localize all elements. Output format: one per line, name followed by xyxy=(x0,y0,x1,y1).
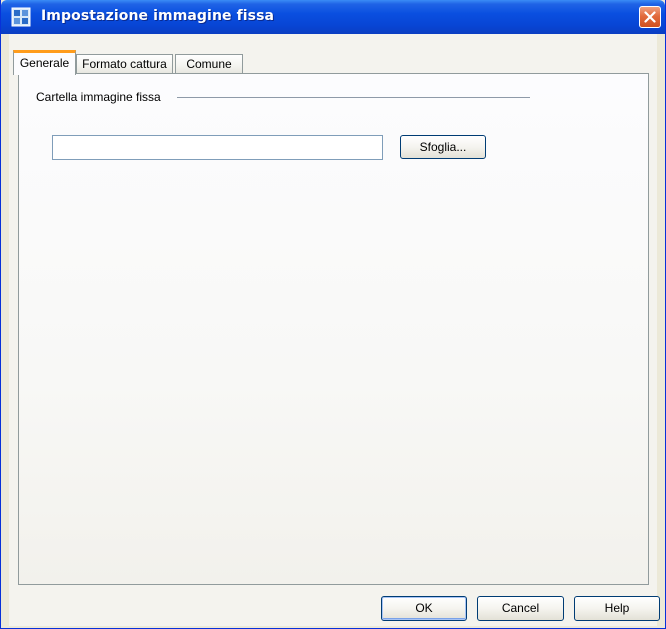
cancel-button[interactable]: Cancel xyxy=(477,596,564,621)
window-title: Impostazione immagine fissa xyxy=(41,8,275,24)
title-bar[interactable]: Impostazione immagine fissa xyxy=(1,0,665,34)
tab-generale[interactable]: Generale xyxy=(13,50,76,75)
close-icon xyxy=(644,11,656,23)
app-icon xyxy=(11,7,31,27)
tab-comune[interactable]: Comune xyxy=(175,54,243,74)
dialog-window: Impostazione immagine fissa Generale For… xyxy=(0,0,666,629)
ok-button[interactable]: OK xyxy=(381,596,467,621)
folder-group-label: Cartella immagine fissa xyxy=(36,90,161,104)
browse-button[interactable]: Sfoglia... xyxy=(400,135,486,159)
group-divider xyxy=(177,97,530,98)
tab-panel-generale: Cartella immagine fissa Sfoglia... xyxy=(18,73,649,585)
help-button[interactable]: Help xyxy=(574,596,660,621)
folder-path-input[interactable] xyxy=(52,135,383,160)
close-button[interactable] xyxy=(639,6,661,28)
tab-formato-cattura[interactable]: Formato cattura xyxy=(76,54,173,74)
